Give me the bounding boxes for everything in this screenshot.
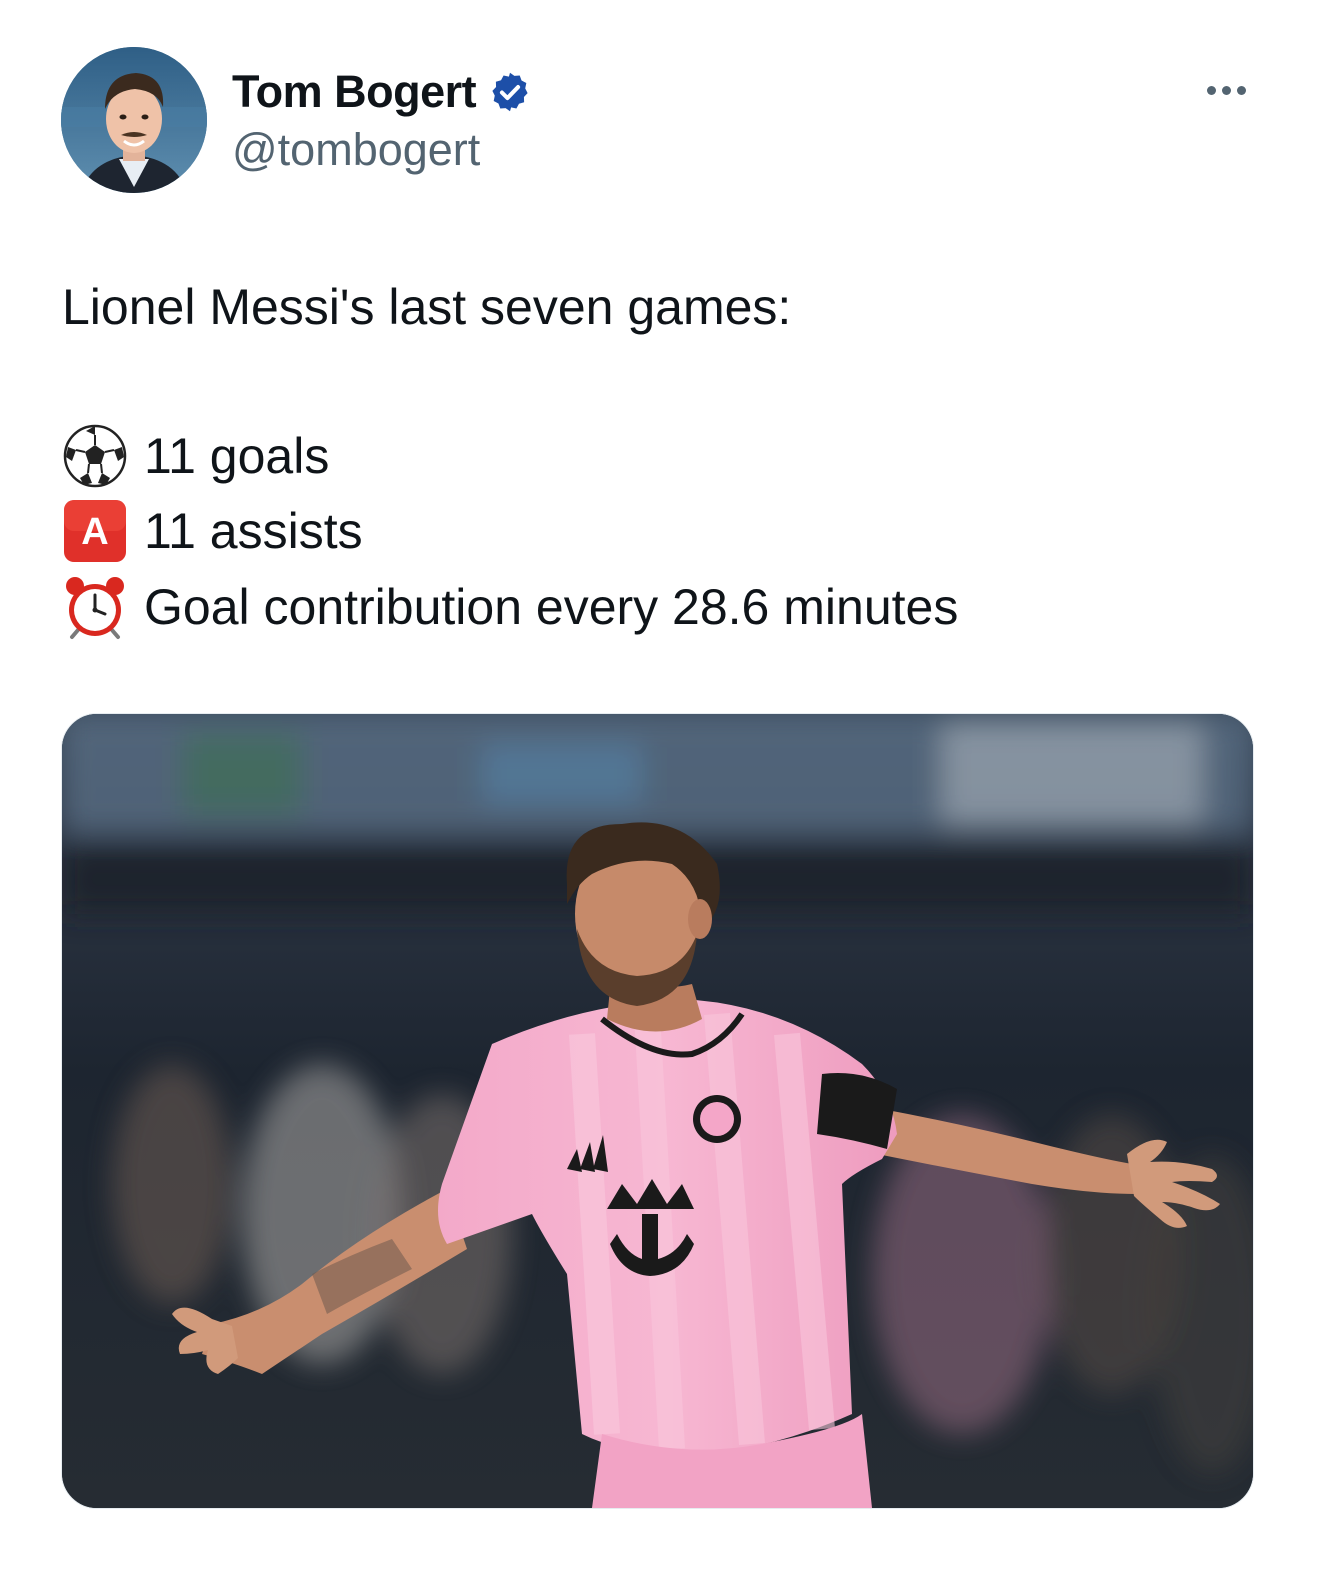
stat-goals: 11 goals	[62, 421, 329, 491]
tweet-text: Lionel Messi's last seven games:	[62, 279, 792, 335]
more-options-button[interactable]	[1196, 70, 1256, 110]
stat-goal-contribution-text: Goal contribution every 28.6 minutes	[144, 579, 959, 635]
more-dot	[1206, 85, 1216, 95]
more-dot	[1221, 85, 1231, 95]
tweet: Tom Bogert @tombogert Lionel Messi's las…	[0, 0, 1320, 1576]
stat-goals-text: 11 goals	[144, 428, 330, 484]
photo-soccer-player-celebrating	[62, 714, 1253, 1508]
author-name[interactable]: Tom Bogert	[232, 66, 477, 118]
author-handle[interactable]: @tombogert	[232, 124, 480, 176]
stat-assists: A 11 assists	[62, 496, 363, 566]
avatar[interactable]	[61, 47, 207, 193]
stat-goal-contribution: Goal contribution every 28.6 minutes	[62, 572, 958, 642]
stat-assists-text: 11 assists	[144, 503, 363, 559]
tweet-media-photo[interactable]	[61, 713, 1254, 1509]
svg-text:A: A	[81, 511, 108, 553]
author-name-row[interactable]: Tom Bogert	[232, 64, 532, 120]
avatar-image	[61, 47, 207, 193]
more-dot	[1236, 85, 1246, 95]
soccer-ball-icon	[62, 423, 128, 489]
verified-badge-icon	[488, 70, 532, 114]
letter-a-button-icon: A	[62, 498, 128, 564]
alarm-clock-icon	[62, 574, 128, 640]
